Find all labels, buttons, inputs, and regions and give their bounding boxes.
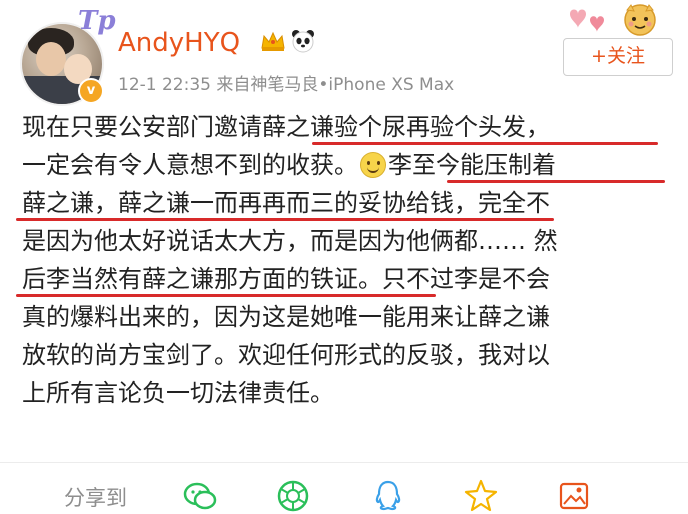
post-time: 12-1 22:35 (118, 75, 211, 95)
gallery-icon[interactable] (556, 478, 592, 514)
share-label: 分享到 (64, 486, 127, 510)
post-line: 薛之谦，薛之谦一而再再而三的妥协给钱，完全不 (16, 184, 672, 222)
post-line: 是因为他太好说话太大方，而是因为他俩都…… 然 (22, 227, 558, 255)
post-line: 放软的尚方宝剑了。欢迎任何形式的反驳，我对以 (22, 341, 550, 369)
decoration-hearts-icon (570, 4, 656, 36)
post-content: 现在只要公安部门邀请薛之谦验个尿再验个头发， 一定会有令人意想不到的收获。 李至今… (16, 108, 672, 412)
post-line: 后李当然有薛之谦那方面的铁证。只不过李是不会 (16, 260, 672, 298)
divider (0, 462, 688, 463)
avatar-mark: Tp (78, 6, 116, 36)
post-meta: 12-1 22:35 来自神笔马良•iPhone XS Max (118, 70, 454, 95)
post-line: 上所有言论负一切法律责任。 (22, 379, 334, 407)
underline-mark (16, 218, 554, 221)
follow-button[interactable]: +关注 (563, 38, 673, 76)
underline-mark (312, 142, 658, 145)
post-line: 现在只要公安部门邀请薛之谦验个尿再验个头发， (22, 108, 672, 146)
verified-badge-icon: v (78, 78, 104, 104)
share-bar: 分享到 (0, 468, 688, 512)
panda-icon (292, 30, 314, 53)
qzone-icon[interactable] (463, 478, 499, 514)
smile-emoji-icon (360, 152, 386, 178)
crown-icon (261, 31, 285, 51)
underline-mark (16, 294, 436, 297)
qq-icon[interactable] (370, 478, 406, 514)
underline-mark (447, 180, 665, 183)
post-line: 真的爆料出来的，因为这是她唯一能用来让薛之谦 (22, 303, 550, 331)
post-header: Tp v AndyHYQ 12-1 22:35 来自神笔马良•iPhone XS… (0, 0, 688, 110)
post-source[interactable]: 来自神笔马良•iPhone XS Max (216, 75, 454, 95)
moments-icon[interactable] (275, 478, 311, 514)
post-line: 一定会有令人意想不到的收获。 李至今能压制着 (22, 146, 672, 184)
wechat-icon[interactable] (182, 478, 218, 514)
username[interactable]: AndyHYQ (118, 28, 240, 58)
